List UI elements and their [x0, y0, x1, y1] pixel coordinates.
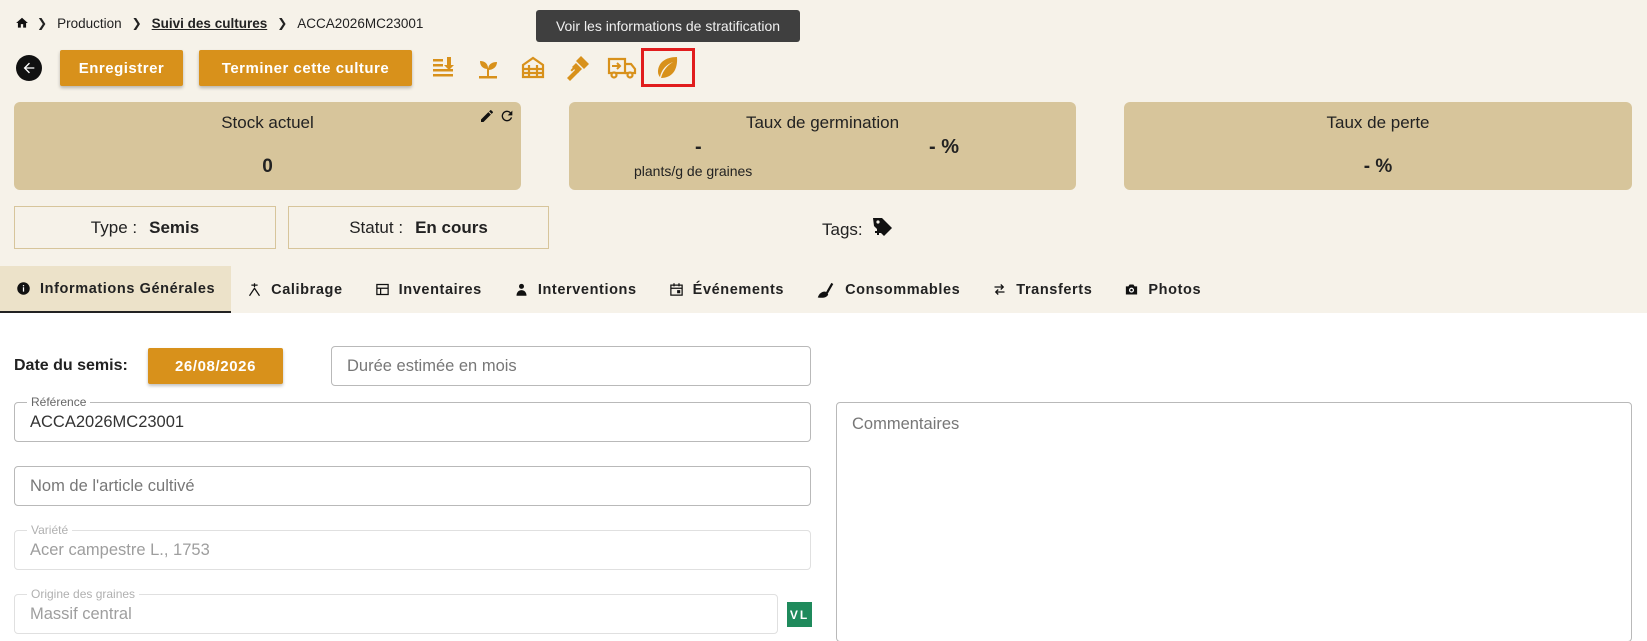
germination-value: -	[695, 136, 702, 158]
origine-input: Origine des graines Massif central	[14, 587, 778, 634]
stock-title: Stock actuel	[221, 113, 314, 132]
tags-label: Tags:	[822, 219, 863, 239]
tab-informations-generales[interactable]: Informations Générales	[0, 266, 232, 313]
breadcrumb-current: ACCA2026MC23001	[297, 15, 424, 31]
finish-culture-button[interactable]: Terminer cette culture	[199, 50, 412, 86]
tab-label: Calibrage	[271, 281, 343, 298]
tab-interventions[interactable]: Interventions	[498, 266, 653, 313]
tab-bar: Informations Générales Calibrage Inventa…	[0, 266, 1217, 313]
duree-input[interactable]: Durée estimée en mois	[331, 346, 811, 386]
tab-photos[interactable]: Photos	[1108, 266, 1217, 313]
article-name-placeholder: Nom de l'article cultivé	[30, 476, 195, 495]
breadcrumb-production[interactable]: Production	[57, 16, 122, 31]
germination-unit: plants/g de graines	[634, 163, 753, 179]
tab-label: Informations Générales	[40, 280, 216, 297]
inventory-icon	[375, 282, 390, 297]
tab-evenements[interactable]: Événements	[653, 266, 800, 313]
date-label: Date du semis:	[14, 357, 128, 374]
stock-card: Stock actuel 0	[14, 102, 521, 190]
refresh-icon[interactable]	[499, 108, 515, 129]
chevron-right-icon: ❯	[131, 16, 142, 30]
calendar-icon	[669, 282, 684, 297]
origine-value: Massif central	[30, 604, 132, 623]
seedling-icon[interactable]	[473, 52, 503, 82]
reference-input[interactable]: Référence ACCA2026MC23001	[14, 395, 811, 442]
tab-label: Consommables	[845, 281, 961, 298]
germination-percent: - %	[929, 136, 959, 158]
variete-value: Acer campestre L., 1753	[30, 540, 210, 559]
reference-label: Référence	[27, 395, 91, 409]
transfer-list-icon[interactable]	[428, 52, 458, 82]
loss-title: Taux de perte	[1326, 113, 1430, 132]
breadcrumb: ❯ Production ❯ Suivi des cultures ❯ ACCA…	[15, 14, 425, 32]
home-icon[interactable]	[15, 16, 29, 30]
save-button[interactable]: Enregistrer	[60, 50, 183, 86]
arrow-left-icon	[23, 62, 35, 74]
shovel-icon	[816, 281, 836, 299]
duree-placeholder: Durée estimée en mois	[347, 356, 517, 375]
chevron-right-icon: ❯	[277, 16, 288, 30]
tab-label: Transferts	[1016, 281, 1093, 298]
greenhouse-icon[interactable]	[518, 52, 548, 82]
tab-label: Photos	[1148, 281, 1202, 298]
tab-label: Événements	[692, 281, 785, 298]
status-value: En cours	[415, 217, 488, 237]
tab-label: Interventions	[537, 281, 637, 298]
status-label: Statut :	[349, 217, 404, 237]
loss-card: Taux de perte - %	[1124, 102, 1632, 190]
tab-consommables[interactable]: Consommables	[800, 266, 976, 313]
delivery-truck-icon[interactable]	[607, 52, 637, 82]
chevron-right-icon: ❯	[37, 16, 48, 30]
comments-placeholder: Commentaires	[852, 415, 960, 433]
tab-calibrage[interactable]: Calibrage	[231, 266, 358, 313]
edit-icon[interactable]	[479, 108, 495, 129]
breadcrumb-suivi-cultures[interactable]: Suivi des cultures	[152, 16, 268, 31]
origin-badge[interactable]: VL	[787, 602, 812, 627]
status-box: Statut : En cours	[288, 206, 549, 249]
germination-title: Taux de germination	[745, 113, 900, 132]
tooltip: Voir les informations de stratification	[536, 10, 800, 42]
back-button[interactable]	[16, 55, 42, 81]
variete-label: Variété	[27, 523, 73, 537]
article-name-input[interactable]: Nom de l'article cultivé	[14, 466, 811, 506]
origine-label: Origine des graines	[27, 587, 140, 601]
type-value: Semis	[149, 217, 200, 237]
camera-icon	[1124, 282, 1139, 297]
swap-icon	[992, 282, 1007, 297]
add-tag-icon[interactable]	[871, 215, 895, 244]
variete-input: Variété Acer campestre L., 1753	[14, 523, 811, 570]
comments-textarea[interactable]: Commentaires	[836, 402, 1632, 641]
calibrate-icon	[247, 282, 262, 297]
graft-icon[interactable]	[563, 52, 593, 82]
tab-transferts[interactable]: Transferts	[976, 266, 1108, 313]
info-icon	[16, 281, 31, 296]
type-label: Type :	[90, 217, 138, 237]
type-box: Type : Semis	[14, 206, 276, 249]
tags: Tags:	[822, 215, 895, 244]
date-picker-button[interactable]: 26/08/2026	[148, 348, 283, 384]
worker-icon	[514, 282, 529, 297]
loss-value: - %	[1363, 156, 1393, 177]
tab-label: Inventaires	[398, 281, 482, 298]
tab-inventaires[interactable]: Inventaires	[359, 266, 498, 313]
stock-value: 0	[262, 156, 273, 177]
highlight-frame	[641, 48, 695, 87]
reference-value: ACCA2026MC23001	[30, 412, 185, 431]
germination-card: Taux de germination - plants/g de graine…	[569, 102, 1076, 190]
